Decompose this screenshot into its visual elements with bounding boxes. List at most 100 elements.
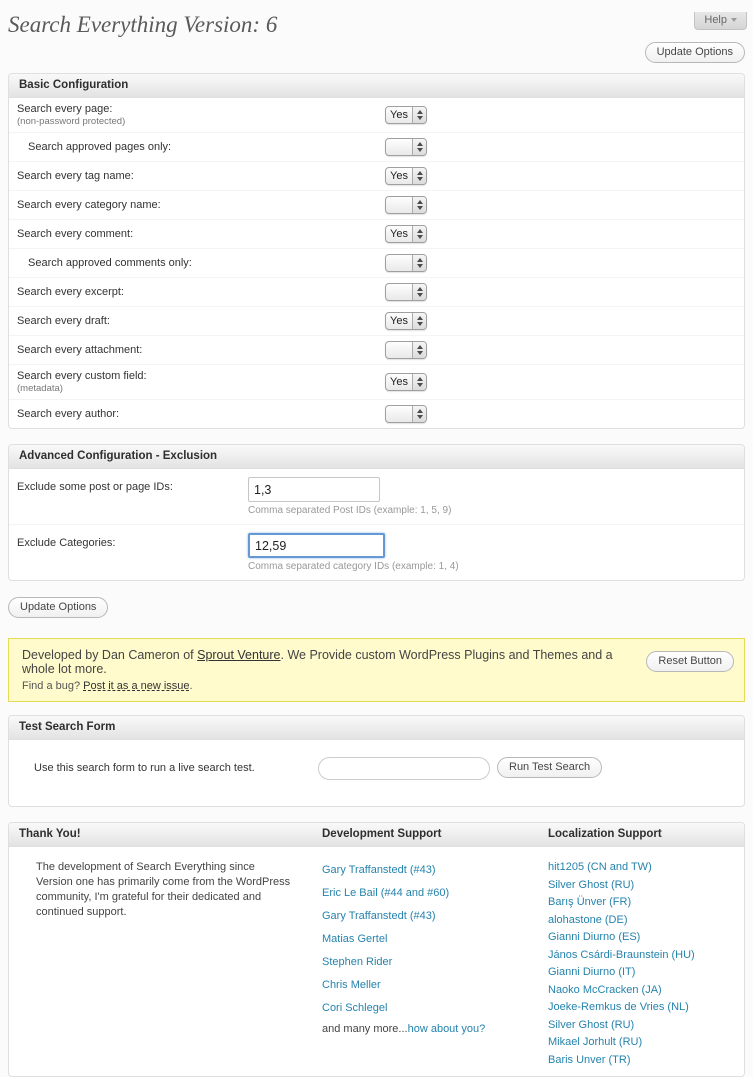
dev-support-link[interactable]: Chris Meller (322, 979, 381, 991)
loc-support-link[interactable]: alohastone (DE) (548, 914, 628, 926)
loc-support-link[interactable]: Gianni Diurno (ES) (548, 931, 640, 943)
cfg-row-search-every-attachment: Search every attachment: (9, 335, 744, 364)
development-support-col-title: Development Support (322, 823, 548, 846)
test-search-row: Use this search form to run a live searc… (9, 740, 744, 806)
stepper-down-icon (417, 148, 423, 152)
cfg-label: Search every tag name: (17, 170, 385, 183)
loc-support-link[interactable]: hit1205 (CN and TW) (548, 861, 652, 873)
cfg-label: Search every attachment: (17, 344, 385, 357)
loc-support-link[interactable]: Baris Unver (TR) (548, 1054, 631, 1066)
development-support-list: Gary Traffanstedt (#43) Eric Le Bail (#4… (322, 858, 548, 1068)
run-test-search-button[interactable]: Run Test Search (497, 757, 602, 778)
list-item: Gary Traffanstedt (#43) (322, 858, 548, 881)
settings-page: Help Search Everything Version: 6 Update… (0, 12, 753, 1077)
list-item: Chris Meller (322, 973, 548, 996)
cfg-row-search-every-category: Search every category name: (9, 190, 744, 219)
select-search-approved-comments[interactable] (385, 254, 427, 272)
adv-label: Exclude Categories: (17, 533, 248, 572)
exclude-post-ids-input[interactable] (248, 477, 380, 502)
test-search-input[interactable] (318, 757, 490, 780)
select-search-every-tag[interactable]: Yes (385, 167, 427, 185)
thank-you-col-title: Thank You! (9, 823, 322, 846)
chevron-down-icon (731, 18, 737, 22)
reset-button[interactable]: Reset Button (646, 651, 734, 672)
notice-line2: Find a bug? Post it as a new issue. (22, 680, 634, 692)
select-search-approved-pages[interactable] (385, 138, 427, 156)
loc-support-link[interactable]: Gianni Diurno (IT) (548, 966, 635, 978)
stepper-icon (412, 342, 426, 358)
select-search-custom-field[interactable]: Yes (385, 373, 427, 391)
thank-you-box: Thank You! Development Support Localizat… (8, 822, 745, 1077)
dev-support-link[interactable]: Cori Schlegel (322, 1002, 387, 1014)
help-button[interactable]: Help (694, 12, 747, 30)
localization-support-list: hit1205 (CN and TW) Silver Ghost (RU) Ba… (548, 858, 744, 1068)
select-search-every-comment[interactable]: Yes (385, 225, 427, 243)
sprout-venture-link[interactable]: Sprout Venture (197, 648, 280, 662)
stepper-up-icon (417, 171, 423, 175)
cfg-row-search-every-draft: Search every draft: Yes (9, 306, 744, 335)
stepper-up-icon (417, 287, 423, 291)
cfg-row-search-every-page: Search every page: (non-password protect… (9, 98, 744, 132)
list-item: and many more...how about you? (322, 1019, 548, 1040)
stepper-down-icon (417, 383, 423, 387)
loc-support-link[interactable]: Naoko McCracken (JA) (548, 984, 662, 996)
update-options-button-top[interactable]: Update Options (645, 42, 745, 63)
stepper-icon (412, 197, 426, 213)
list-item: Matias Gertel (322, 927, 548, 950)
cfg-row-search-custom-field: Search every custom field: (metadata) Ye… (9, 364, 744, 399)
cfg-sublabel: (non-password protected) (17, 116, 385, 127)
select-search-every-excerpt[interactable] (385, 283, 427, 301)
dev-support-link[interactable]: Matias Gertel (322, 933, 387, 945)
stepper-down-icon (417, 415, 423, 419)
cfg-row-search-every-excerpt: Search every excerpt: (9, 277, 744, 306)
list-item: alohastone (DE) (548, 911, 744, 929)
cfg-label: Search every excerpt: (17, 286, 385, 299)
stepper-icon (412, 406, 426, 422)
cfg-label: Search every draft: (17, 315, 385, 328)
select-search-every-page[interactable]: Yes (385, 106, 427, 124)
list-item: Joeke-Remkus de Vries (NL) (548, 998, 744, 1016)
thank-you-message-col: The development of Search Everything sin… (9, 858, 322, 1068)
select-search-every-category[interactable] (385, 196, 427, 214)
select-search-every-author[interactable] (385, 405, 427, 423)
thank-you-message: The development of Search Everything sin… (19, 858, 322, 920)
dev-support-link[interactable]: Gary Traffanstedt (#43) (322, 910, 436, 922)
thank-you-body: The development of Search Everything sin… (9, 847, 744, 1076)
field-help-text: Comma separated category IDs (example: 1… (248, 561, 459, 572)
post-new-issue-link[interactable]: Post it as a new issue (83, 680, 189, 692)
select-search-every-draft[interactable]: Yes (385, 312, 427, 330)
stepper-down-icon (417, 206, 423, 210)
adv-field-group: Comma separated Post IDs (example: 1, 5,… (248, 477, 451, 516)
bottom-actions: Update Options (8, 597, 745, 618)
select-search-every-attachment[interactable] (385, 341, 427, 359)
stepper-icon (412, 284, 426, 300)
exclude-categories-input[interactable] (248, 533, 385, 558)
cfg-label: Search every custom field: (metadata) (17, 370, 385, 394)
cfg-row-search-every-author: Search every author: (9, 399, 744, 428)
loc-support-link[interactable]: Joeke-Remkus de Vries (NL) (548, 1001, 689, 1013)
stepper-up-icon (417, 409, 423, 413)
stepper-icon (412, 168, 426, 184)
loc-support-link[interactable]: Silver Ghost (RU) (548, 879, 634, 891)
dev-support-link[interactable]: Gary Traffanstedt (#43) (322, 864, 436, 876)
stepper-icon (412, 255, 426, 271)
stepper-icon (412, 107, 426, 123)
loc-support-link[interactable]: Barış Ünver (FR) (548, 896, 631, 908)
test-search-description: Use this search form to run a live searc… (17, 757, 318, 774)
stepper-down-icon (417, 351, 423, 355)
help-label: Help (704, 14, 727, 26)
page-title: Search Everything Version: 6 (8, 12, 745, 38)
stepper-down-icon (417, 264, 423, 268)
how-about-you-link[interactable]: how about you? (408, 1023, 486, 1035)
test-search-form-title: Test Search Form (9, 716, 744, 740)
update-options-button-bottom[interactable]: Update Options (8, 597, 108, 618)
adv-field-group: Comma separated category IDs (example: 1… (248, 533, 459, 572)
dev-support-link[interactable]: Stephen Rider (322, 956, 392, 968)
loc-support-link[interactable]: Silver Ghost (RU) (548, 1019, 634, 1031)
loc-support-link[interactable]: Mikael Jorhult (RU) (548, 1036, 642, 1048)
stepper-up-icon (417, 377, 423, 381)
loc-support-link[interactable]: János Csárdi-Braunstein (HU) (548, 949, 695, 961)
cfg-row-search-approved-comments: Search approved comments only: (9, 248, 744, 277)
cfg-label: Search approved comments only: (17, 257, 385, 270)
dev-support-link[interactable]: Eric Le Bail (#44 and #60) (322, 887, 449, 899)
